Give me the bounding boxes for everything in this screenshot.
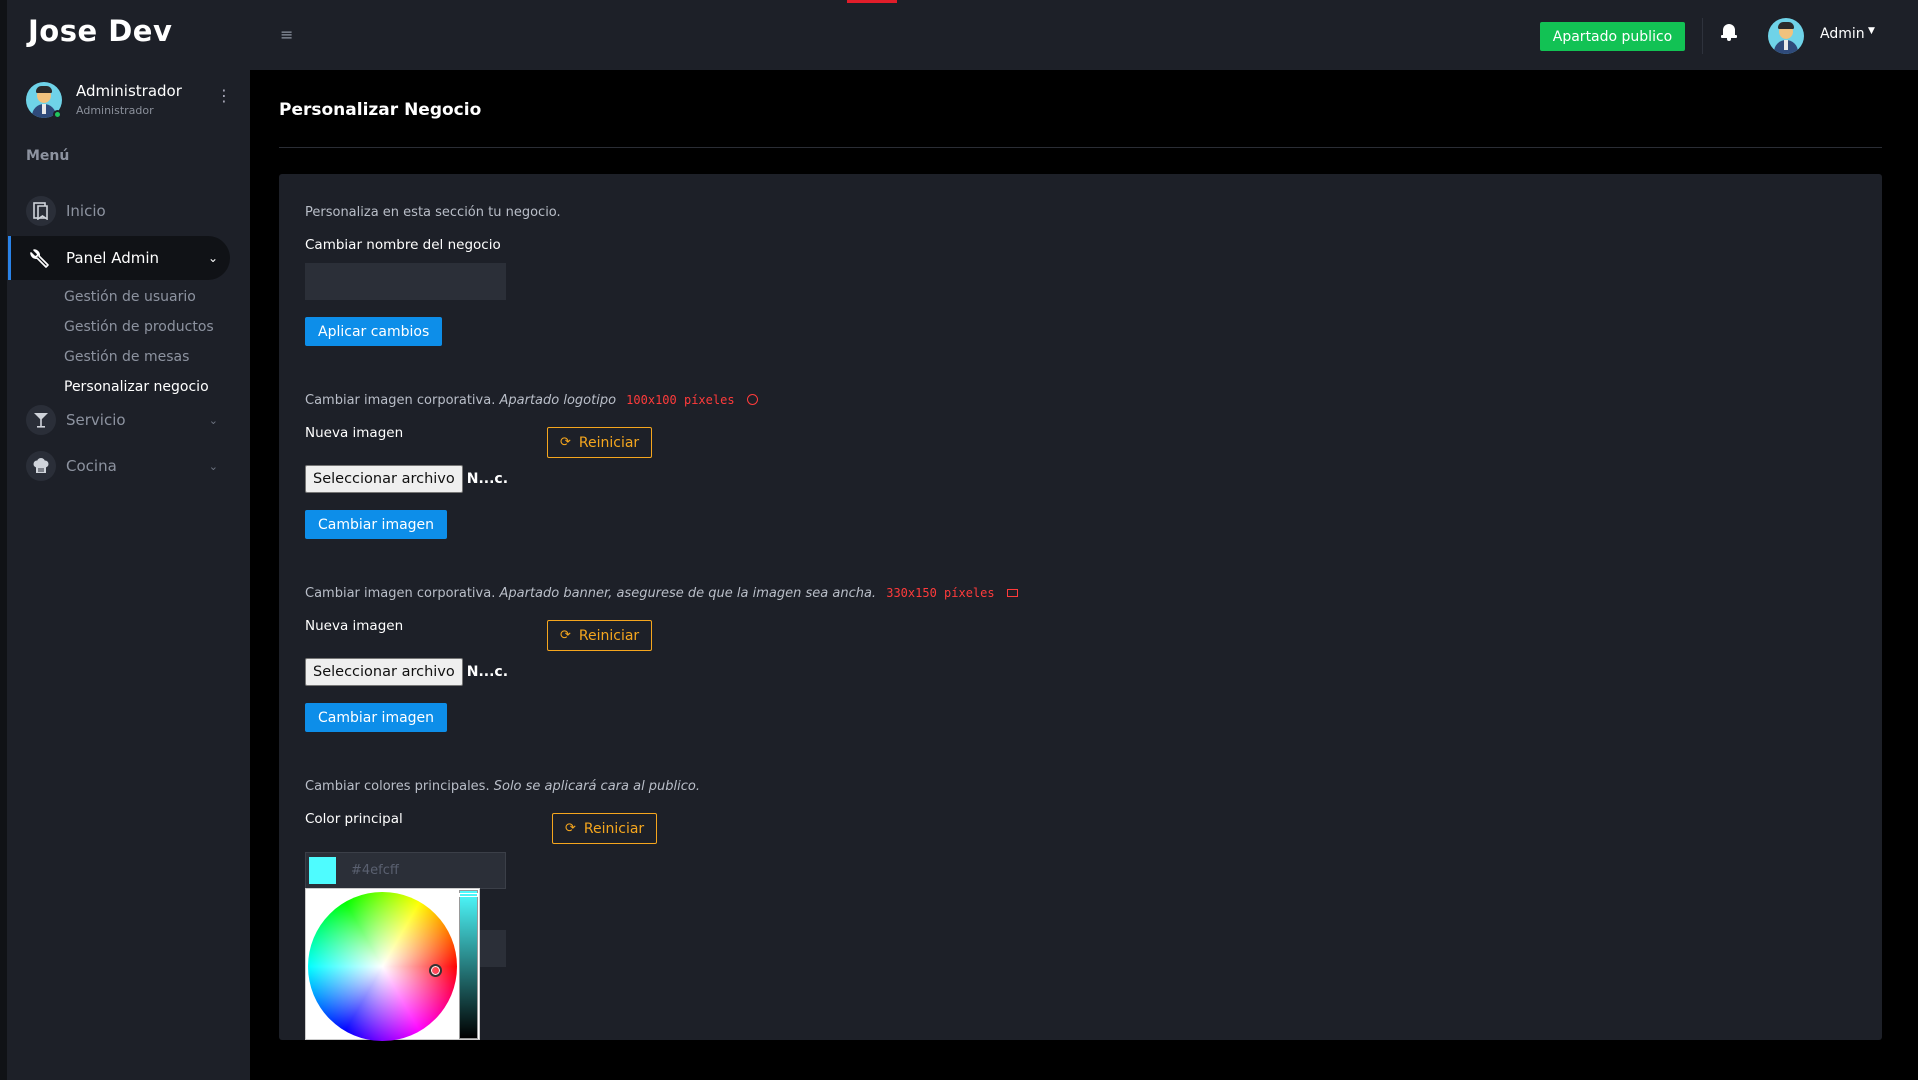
loading-bar [847, 0, 897, 3]
main-color-input[interactable]: #4efcff [305, 852, 506, 889]
top-header: ≡ Apartado publico Admin ▼ [250, 0, 1918, 70]
business-name-input[interactable] [305, 263, 506, 300]
sidebar-item-label: Servicio [66, 411, 126, 429]
online-status-dot [53, 110, 62, 119]
sidebar-item-label: Panel Admin [66, 249, 160, 267]
logo-section-text: Cambiar imagen corporativa. Apartado log… [305, 393, 758, 408]
chevron-down-icon: ⌄ [207, 251, 218, 265]
header-divider [1702, 18, 1703, 54]
header-avatar[interactable] [1768, 18, 1804, 54]
cocktail-icon [26, 405, 56, 435]
chef-hat-icon [26, 451, 56, 481]
logo-file-name: N...c. [466, 471, 509, 487]
sidebar-subitem-gestion-usuario[interactable]: Gestión de usuario [64, 289, 196, 305]
brightness-slider[interactable] [459, 890, 478, 1039]
sidebar-item-servicio[interactable]: Servicio ⌄ [26, 398, 230, 442]
section-intro-text: Personaliza en esta sección tu negocio. [305, 205, 561, 220]
sidebar-item-cocina[interactable]: Cocina ⌄ [26, 444, 230, 488]
logo-select-file-button[interactable]: Seleccionar archivo [305, 465, 463, 493]
banner-reset-button[interactable]: ⟳ Reiniciar [547, 620, 653, 651]
sidebar-subitem-gestion-productos[interactable]: Gestión de productos [64, 319, 214, 335]
logo-size-hint: 100x100 píxeles [626, 393, 735, 407]
colors-reset-button[interactable]: ⟳ Reiniciar [552, 813, 658, 844]
sidebar-item-label: Inicio [66, 202, 106, 220]
active-indicator [8, 236, 11, 280]
colors-section-desc: Cambiar colores principales. [305, 779, 490, 794]
banner-file-picker: Seleccionar archivo N...c. [305, 658, 508, 686]
banner-select-file-button[interactable]: Seleccionar archivo [305, 658, 463, 686]
colors-section-emph: Solo se aplicará cara al publico. [493, 779, 701, 794]
sidebar-item-label: Cocina [66, 457, 117, 475]
bookmark-icon [26, 196, 56, 226]
sidebar-subitem-gestion-mesas[interactable]: Gestión de mesas [64, 349, 189, 365]
sidebar: Jose Dev Administrador Administrador ⋮ M… [0, 0, 250, 1080]
banner-section-text: Cambiar imagen corporativa. Apartado ban… [305, 586, 1018, 601]
logo-reset-button[interactable]: ⟳ Reiniciar [547, 427, 653, 458]
logo-new-image-label: Nueva imagen [305, 425, 404, 441]
refresh-icon: ⟳ [560, 435, 571, 450]
caret-down-icon[interactable]: ▼ [1868, 26, 1875, 36]
banner-size-hint: 330x150 píxeles [886, 586, 995, 600]
sidebar-item-inicio[interactable]: Inicio [26, 189, 230, 233]
profile-role: Administrador [76, 104, 154, 117]
wrench-icon [26, 243, 56, 273]
hamburger-menu-icon[interactable]: ≡ [280, 25, 293, 44]
color-picker-popup[interactable] [305, 888, 480, 1041]
apply-changes-button[interactable]: Aplicar cambios [305, 317, 443, 346]
circle-icon [746, 394, 758, 405]
refresh-icon: ⟳ [560, 628, 571, 643]
sidebar-subitem-personalizar-negocio[interactable]: Personalizar negocio [64, 379, 209, 395]
menu-title: Menú [26, 148, 70, 164]
logo-section-desc: Cambiar imagen corporativa. [305, 393, 496, 408]
banner-section-desc: Cambiar imagen corporativa. [305, 586, 496, 601]
bell-icon[interactable] [1720, 22, 1738, 44]
main-color-label: Color principal [305, 811, 403, 827]
settings-card [279, 174, 1882, 1040]
banner-change-image-button[interactable]: Cambiar imagen [305, 703, 448, 732]
colors-section-text: Cambiar colores principales. Solo se apl… [305, 779, 700, 794]
kebab-menu-icon[interactable]: ⋮ [216, 88, 232, 104]
chevron-down-icon: ⌄ [208, 459, 218, 473]
color-hex-value: #4efcff [351, 863, 399, 878]
brightness-slider-handle[interactable] [459, 893, 478, 897]
refresh-icon: ⟳ [565, 821, 576, 836]
user-menu-label[interactable]: Admin [1820, 26, 1865, 42]
chevron-down-icon: ⌄ [208, 413, 218, 427]
banner-file-name: N...c. [466, 664, 509, 680]
banner-section-emph: Apartado banner, asegurese de que la ima… [499, 586, 877, 601]
color-swatch[interactable] [309, 857, 336, 884]
color-wheel-knob[interactable] [429, 964, 442, 977]
profile-name: Administrador [76, 82, 182, 100]
logo-section-emph: Apartado logotipo [499, 393, 617, 408]
banner-reset-label: Reiniciar [578, 627, 640, 644]
logo-change-image-button[interactable]: Cambiar imagen [305, 510, 448, 539]
banner-new-image-label: Nueva imagen [305, 618, 404, 634]
public-section-button[interactable]: Apartado publico [1540, 22, 1685, 51]
title-divider [279, 147, 1882, 148]
sidebar-edge [0, 0, 7, 1080]
brand-logo[interactable]: Jose Dev [28, 14, 172, 48]
logo-file-picker: Seleccionar archivo N...c. [305, 465, 508, 493]
logo-reset-label: Reiniciar [578, 434, 640, 451]
colors-reset-label: Reiniciar [583, 820, 645, 837]
sidebar-profile: Administrador Administrador ⋮ [26, 82, 236, 122]
business-name-label: Cambiar nombre del negocio [305, 237, 501, 253]
page-title: Personalizar Negocio [279, 100, 482, 120]
sidebar-item-panel-admin[interactable]: Panel Admin ⌄ [8, 236, 230, 280]
rectangle-icon [1006, 589, 1018, 597]
color-wheel[interactable] [308, 892, 457, 1041]
